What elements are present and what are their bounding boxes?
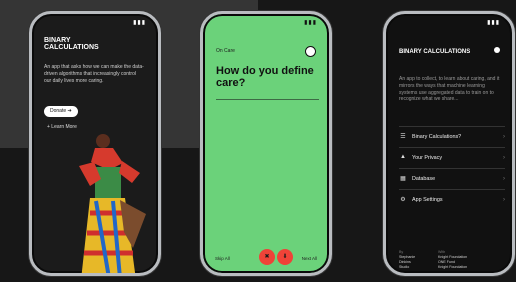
credit-line: Stephanie	[399, 254, 416, 259]
down-icon[interactable]: ⬇	[277, 249, 293, 265]
menu-item-label: Binary Calculations?	[412, 134, 462, 140]
credit-line: Knight Foundation	[438, 254, 468, 259]
chevron-right-icon: ›	[503, 155, 505, 161]
app-description: An app to collect, to learn about caring…	[399, 76, 500, 103]
shield-icon: ▲	[400, 154, 406, 160]
menu-item-label: Database	[412, 176, 436, 182]
profile-dot-icon[interactable]	[494, 47, 500, 53]
back-label[interactable]: On Care	[216, 48, 235, 54]
question-title: How do you define care?	[216, 65, 314, 89]
credits-left: By Stephanie Dinkins Studio	[399, 250, 415, 269]
credit-line: Knight Foundation	[438, 264, 468, 269]
avatar-icon[interactable]	[305, 46, 316, 57]
chevron-right-icon: ›	[503, 197, 505, 203]
settings-menu: ☰ Binary Calculations? › ▲ Your Privacy …	[399, 126, 505, 210]
phone-center-screen: ▮▮▮ On Care How do you define care? Skip…	[200, 11, 332, 276]
app-description: An app that asks how we can make the dat…	[44, 64, 144, 84]
status-bar: ▮▮▮	[133, 20, 146, 26]
donate-button[interactable]: Donate ➔	[44, 106, 78, 117]
phone-right-screen: ▮▮▮ BINARY CALCULATIONS An app to collec…	[383, 11, 515, 276]
credit-line: Studio	[399, 264, 410, 269]
skip-button[interactable]: Skip All	[215, 256, 230, 261]
menu-item-label: Your Privacy	[412, 155, 443, 161]
menu-item-binary-calculations[interactable]: ☰ Binary Calculations? ›	[399, 126, 505, 147]
menu-item-label: App Settings	[412, 197, 443, 203]
woman-in-dress-image	[79, 134, 146, 273]
chevron-right-icon: ›	[503, 176, 505, 182]
app-title: BINARY CALCULATIONS	[399, 49, 471, 55]
answer-line[interactable]	[216, 99, 319, 100]
app-title: BINARY CALCULATIONS	[44, 37, 99, 52]
gear-icon: ⚙	[400, 197, 406, 203]
database-icon: ▦	[400, 176, 406, 182]
status-bar: ▮▮▮	[487, 20, 500, 26]
phone-left-screen: ▮▮▮ BINARY CALCULATIONS An app that asks…	[29, 11, 161, 276]
menu-item-your-privacy[interactable]: ▲ Your Privacy ›	[399, 147, 505, 168]
next-button[interactable]: Next All	[302, 256, 317, 261]
list-icon: ☰	[400, 134, 406, 140]
chevron-right-icon: ›	[503, 134, 505, 140]
menu-item-database[interactable]: ▦ Database ›	[399, 168, 505, 189]
status-bar: ▮▮▮	[304, 20, 317, 26]
menu-item-app-settings[interactable]: ⚙ App Settings ›	[399, 189, 505, 210]
close-icon[interactable]: ✖	[259, 249, 275, 265]
credits-right: With Knight Foundation ONE Fund Knight F…	[438, 250, 467, 269]
